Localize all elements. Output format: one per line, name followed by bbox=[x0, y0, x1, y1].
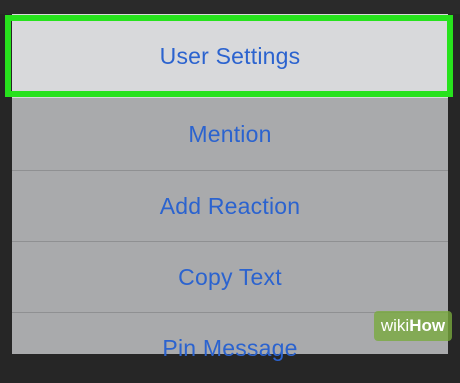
menu-item-copy-text[interactable]: Copy Text bbox=[12, 242, 448, 312]
menu-item-mention[interactable]: Mention bbox=[12, 98, 448, 170]
wikihow-watermark: wiki How bbox=[374, 311, 452, 341]
top-background-strip bbox=[0, 0, 460, 14]
menu-item-label: Copy Text bbox=[178, 263, 282, 290]
menu-item-label: Add Reaction bbox=[159, 192, 301, 219]
menu-item-label: Pin Message bbox=[162, 334, 298, 361]
menu-item-label: Mention bbox=[188, 120, 272, 147]
action-sheet: User Settings Mention Add Reaction Copy … bbox=[12, 14, 448, 361]
menu-item-user-settings[interactable]: User Settings bbox=[12, 14, 448, 98]
watermark-prefix: wiki bbox=[380, 316, 410, 335]
menu-item-add-reaction[interactable]: Add Reaction bbox=[12, 171, 448, 241]
watermark-suffix: How bbox=[409, 316, 446, 335]
menu-item-label: User Settings bbox=[159, 42, 301, 69]
